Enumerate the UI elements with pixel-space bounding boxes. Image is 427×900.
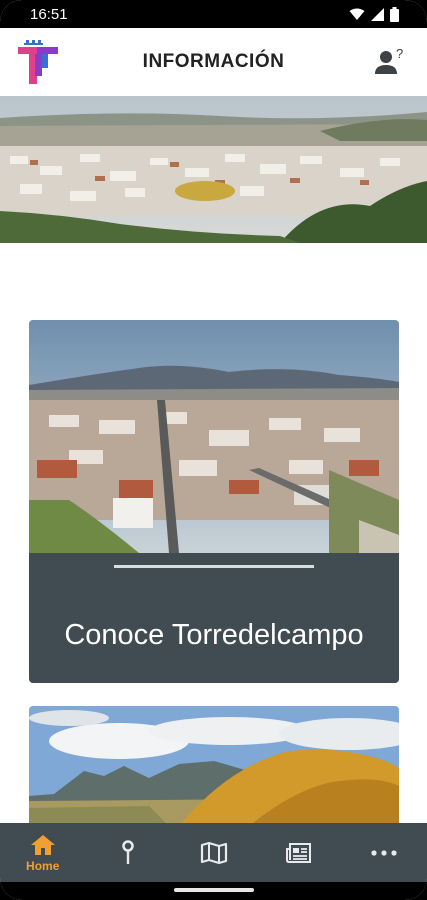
phone-screen: 16:51 INFORMACIÓN ? Conoce Torredelcampo… (0, 0, 427, 900)
card-mountain-landscape-image (29, 706, 399, 823)
status-bar: 16:51 (0, 0, 427, 28)
status-time: 16:51 (30, 5, 68, 23)
nav-label-home: Home (26, 858, 60, 873)
nav-item-points[interactable] (85, 823, 170, 882)
bottom-navigation: Home (0, 823, 427, 882)
nav-item-map[interactable] (171, 823, 256, 882)
card-title: Conoce Torredelcampo (64, 619, 364, 651)
status-icons (349, 6, 399, 22)
nav-item-home[interactable]: Home (0, 823, 85, 882)
map-icon (200, 841, 227, 864)
gesture-area (0, 882, 427, 900)
card-aerial-town-image (29, 320, 399, 553)
wifi-icon (349, 8, 365, 20)
card-caption: Conoce Torredelcampo (29, 553, 399, 683)
app-header: INFORMACIÓN ? (0, 28, 427, 96)
page-title: INFORMACIÓN (142, 51, 285, 72)
user-help-icon[interactable]: ? (375, 46, 407, 76)
card-landscape[interactable] (29, 706, 399, 823)
app-logo-icon[interactable] (16, 38, 60, 86)
gesture-handle[interactable] (174, 888, 254, 892)
pin-icon (122, 839, 134, 864)
more-icon (371, 849, 397, 856)
news-icon (285, 842, 311, 863)
caption-divider (114, 565, 314, 568)
battery-icon (390, 6, 399, 22)
nav-item-more[interactable] (342, 823, 427, 882)
card-conoce-torredelcampo[interactable]: Conoce Torredelcampo (29, 320, 399, 683)
home-icon (30, 834, 55, 855)
nav-item-news[interactable] (256, 823, 341, 882)
content-list[interactable]: Conoce Torredelcampo (0, 243, 427, 823)
signal-icon (371, 7, 384, 21)
hero-town-panorama-image (0, 96, 427, 243)
svg-text:?: ? (396, 46, 403, 61)
